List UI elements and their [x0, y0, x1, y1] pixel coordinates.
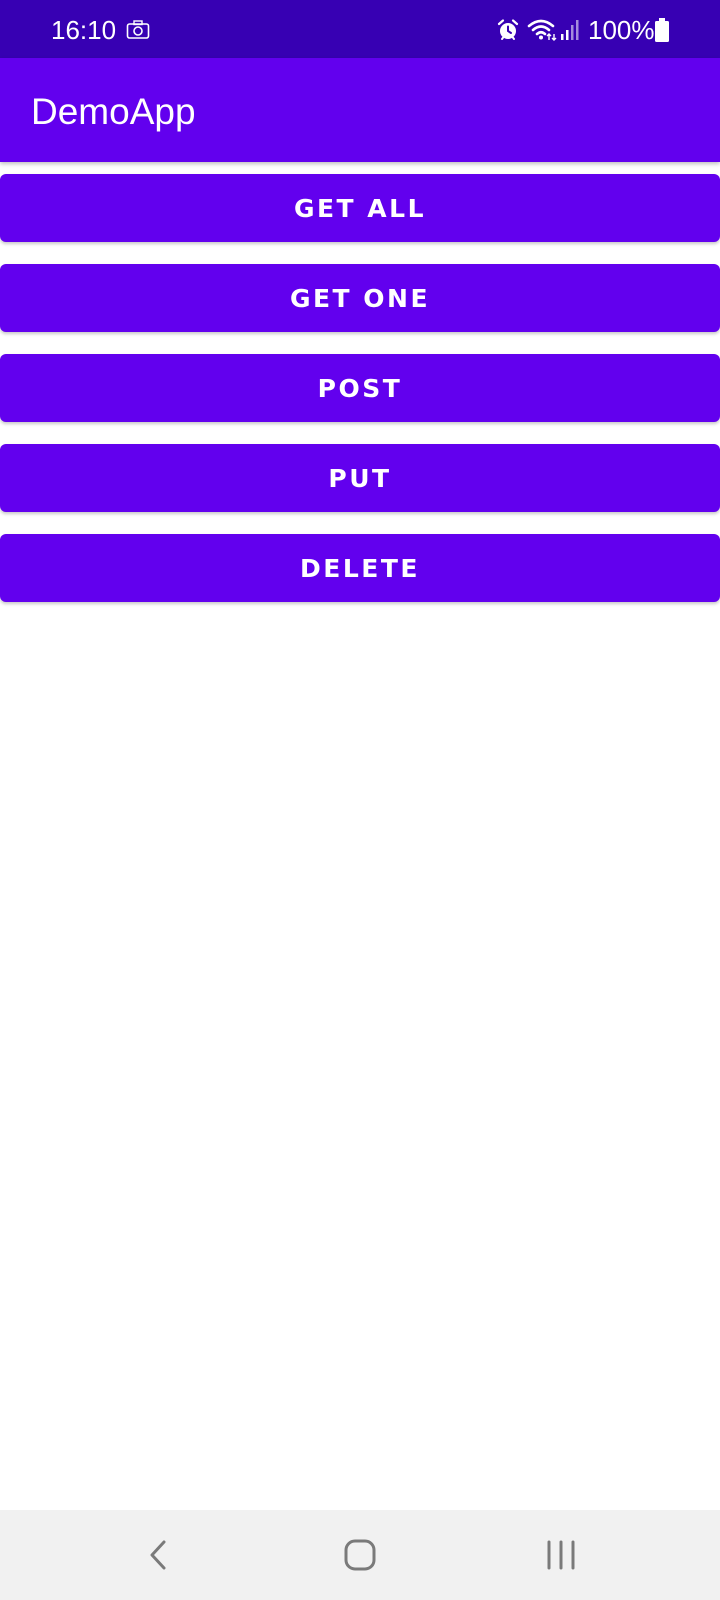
back-icon[interactable] — [142, 1532, 176, 1578]
home-icon[interactable] — [340, 1532, 380, 1578]
wifi-icon — [527, 18, 557, 42]
put-button[interactable]: PUT — [0, 444, 720, 512]
navigation-bar — [0, 1510, 720, 1600]
recents-icon[interactable] — [541, 1532, 581, 1578]
signal-icon — [560, 18, 580, 42]
app-title: DemoApp — [31, 91, 196, 132]
post-button[interactable]: POST — [0, 354, 720, 422]
battery-icon — [654, 17, 670, 43]
app-bar: DemoApp — [0, 58, 720, 162]
get-all-button[interactable]: GET ALL — [0, 174, 720, 242]
delete-button[interactable]: DELETE — [0, 534, 720, 602]
status-bar: 16:10 100% — [0, 0, 720, 58]
screen: 16:10 100% DemoApp GET ALL GET ONE POST … — [0, 0, 720, 1600]
get-one-button[interactable]: GET ONE — [0, 264, 720, 332]
camera-icon — [126, 19, 150, 41]
battery-percent: 100% — [588, 15, 655, 45]
alarm-icon — [496, 18, 520, 42]
status-time: 16:10 — [51, 15, 117, 45]
